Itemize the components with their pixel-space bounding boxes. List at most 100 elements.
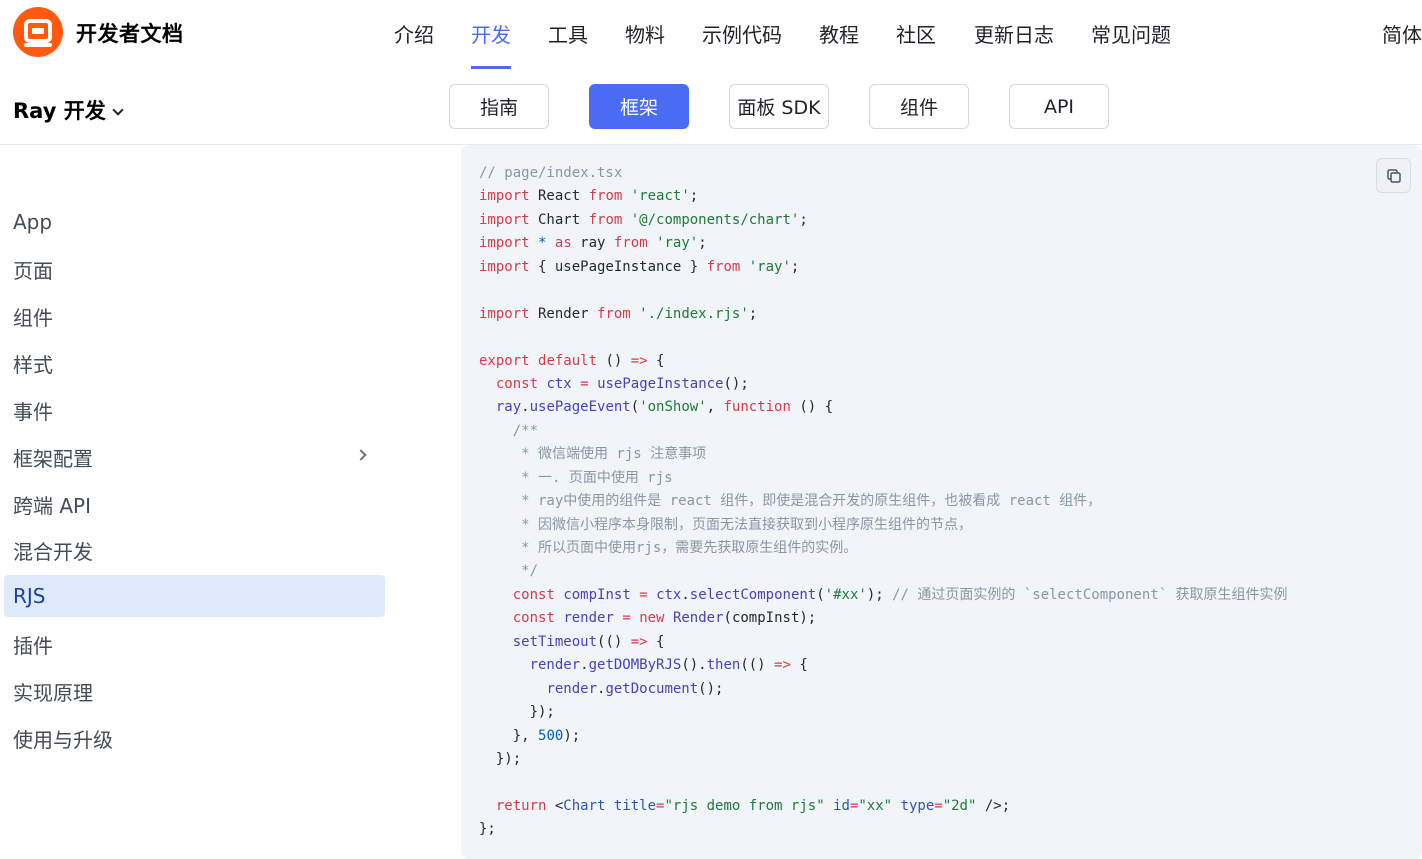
code-token: .	[521, 399, 530, 416]
code-token: import	[479, 211, 530, 228]
code-token: =	[934, 797, 943, 814]
tab-guide[interactable]: 指南	[449, 84, 549, 129]
code-token: ().	[681, 657, 707, 674]
code-token: =	[639, 586, 648, 603]
nav-item-community[interactable]: 社区	[896, 19, 936, 48]
code-token: };	[479, 821, 496, 838]
code-token: import	[479, 258, 530, 275]
code-token: "2d"	[942, 797, 977, 814]
tab-framework[interactable]: 框架	[589, 84, 689, 129]
sidebar-item-label: 框架配置	[13, 446, 93, 471]
code-token: '#xx'	[824, 586, 867, 603]
tab-api[interactable]: API	[1009, 84, 1109, 129]
code-token: export	[479, 352, 530, 369]
code-content: // page/index.tsx import React from 'reac…	[479, 162, 1288, 842]
code-token: });	[479, 750, 522, 767]
code-token: {	[790, 657, 808, 674]
nav-item-tools[interactable]: 工具	[548, 19, 588, 48]
nav-item-faq[interactable]: 常见问题	[1091, 19, 1171, 48]
sidebar-item-plugins[interactable]: 插件	[4, 623, 385, 665]
code-token: ray	[495, 399, 522, 416]
top-navigation-bar: 开发者文档 介绍 开发 工具 物料 示例代码 教程 社区 更新日志 常见问题 简…	[0, 0, 1422, 69]
sidebar-item-hybrid-dev[interactable]: 混合开发	[4, 529, 385, 571]
code-token: ;	[689, 188, 699, 205]
code-token: =>	[630, 633, 648, 650]
code-token: (	[816, 586, 825, 603]
code-token: title	[613, 797, 657, 814]
nav-item-develop[interactable]: 开发	[471, 19, 511, 48]
code-line: };	[479, 818, 1288, 841]
code-line: * 因微信小程序本身限制，页面无法直接获取到小程序原生组件的节点，	[479, 514, 1288, 537]
nav-item-materials[interactable]: 物料	[625, 19, 665, 48]
tab-panel-sdk[interactable]: 面板 SDK	[729, 84, 829, 129]
copy-code-button[interactable]	[1376, 158, 1411, 193]
code-token: "xx"	[858, 797, 893, 814]
code-token: ;	[790, 258, 800, 275]
code-token: =>	[774, 657, 791, 674]
code-token: from	[588, 211, 623, 228]
code-token: ;	[748, 305, 758, 322]
code-token: "rjs demo from rjs"	[664, 797, 825, 814]
sidebar-item-rjs[interactable]: RJS	[4, 575, 385, 617]
code-token: 'ray'	[656, 235, 699, 252]
code-token: ,	[706, 399, 724, 416]
code-line: import { usePageInstance } from 'ray';	[479, 256, 1288, 279]
logo-icon[interactable]	[13, 7, 63, 57]
tab-components[interactable]: 组件	[869, 84, 969, 129]
code-token: 'onShow'	[639, 399, 707, 416]
code-token: import	[479, 305, 530, 322]
code-token: Render	[529, 305, 598, 322]
nav-item-tutorials[interactable]: 教程	[819, 19, 859, 48]
code-token: });	[479, 704, 555, 721]
code-token: const	[495, 375, 539, 392]
sidebar-item-implementation[interactable]: 实现原理	[4, 670, 385, 712]
nav-item-sample-code[interactable]: 示例代码	[702, 19, 782, 48]
code-token: <	[546, 797, 564, 814]
code-line: const ctx = usePageInstance();	[479, 373, 1288, 396]
site-title[interactable]: 开发者文档	[76, 18, 184, 48]
copy-icon	[1386, 168, 1401, 183]
sidebar-item-components[interactable]: 组件	[4, 295, 385, 337]
sidebar-item-cross-platform-api[interactable]: 跨端 API	[4, 483, 385, 525]
code-token: />;	[976, 797, 1011, 814]
sidebar: App 页面 组件 样式 事件 框架配置 跨端 API 混合开发 RJS 插件 …	[0, 145, 390, 859]
language-switcher[interactable]: 简体	[1382, 19, 1422, 48]
code-line: const render = new Render(compInst);	[479, 607, 1288, 630]
code-line: return <Chart title="rjs demo from rjs" …	[479, 795, 1288, 818]
code-token: () {	[790, 399, 834, 416]
sidebar-item-usage-upgrade[interactable]: 使用与升级	[4, 717, 385, 759]
code-token: // page/index.tsx	[479, 165, 623, 181]
code-token: './index.rjs'	[639, 305, 749, 322]
sidebar-item-styles[interactable]: 样式	[4, 342, 385, 384]
code-line: import Render from './index.rjs';	[479, 303, 1288, 326]
code-token: * 一. 页面中使用 rjs	[479, 469, 673, 486]
code-token: import	[479, 235, 530, 252]
nav-item-intro[interactable]: 介绍	[394, 19, 434, 48]
code-line: setTimeout(() => {	[479, 631, 1288, 654]
sidebar-item-events[interactable]: 事件	[4, 389, 385, 431]
sidebar-item-pages[interactable]: 页面	[4, 248, 385, 290]
code-token: (()	[740, 657, 775, 674]
sidebar-item-app[interactable]: App	[4, 201, 385, 243]
code-token: ctx	[656, 586, 682, 603]
code-line: render.getDocument();	[479, 678, 1288, 701]
code-token: default	[538, 352, 598, 369]
nav-item-changelog[interactable]: 更新日志	[974, 19, 1054, 48]
sidebar-item-framework-config[interactable]: 框架配置	[4, 436, 385, 478]
code-token: .	[580, 657, 589, 674]
code-token: usePageEvent	[529, 399, 631, 416]
code-token: .	[681, 586, 690, 603]
code-token: * ray中使用的组件是 react 组件，即使是混合开发的原生组件，也被看成 …	[479, 493, 1102, 510]
product-selector[interactable]: Ray 开发	[13, 95, 124, 125]
code-token: */	[479, 563, 539, 580]
